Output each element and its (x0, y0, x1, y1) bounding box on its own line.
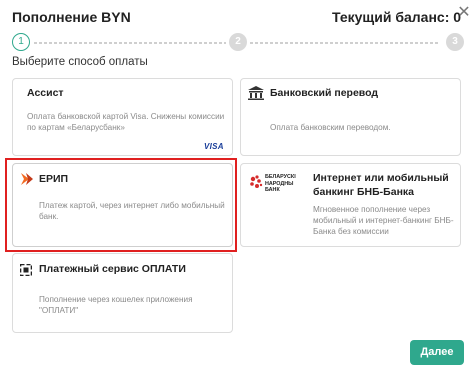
erip-chevron-icon (20, 172, 34, 186)
payment-method-bnb[interactable]: БЕЛАРУСКІ НАРОДНЫ БАНК Интернет или моби… (240, 163, 461, 247)
modal-header: Пополнение BYN Текущий баланс: 0 ✕ (0, 0, 474, 32)
assist-description: Оплата банковской картой Visa. Снижены к… (27, 112, 225, 132)
step-1: 1 (12, 33, 30, 51)
step-connector-1 (34, 42, 226, 44)
subtitle: Выберите способ оплаты (12, 56, 148, 68)
bank-transfer-title: Банковский перевод (270, 87, 379, 99)
stepper: 1 2 3 (0, 32, 474, 52)
step-connector-2 (250, 42, 440, 44)
bank-building-icon (248, 86, 264, 100)
oplati-title: Платежный сервис ОПЛАТИ (39, 263, 186, 275)
next-button[interactable]: Далее (410, 340, 464, 365)
payment-method-bank-transfer[interactable]: Банковский перевод Оплата банковским пер… (240, 78, 461, 156)
bnb-title: Интернет или мобильный банкинг БНБ-Банка (313, 172, 449, 198)
payment-method-erip[interactable]: ЕРИП Платеж картой, через интернет либо … (12, 163, 233, 247)
payment-method-oplati[interactable]: Платежный сервис ОПЛАТИ Пополнение через… (12, 253, 233, 333)
assist-title: Ассист (27, 87, 64, 99)
current-balance: Текущий баланс: 0 (332, 9, 462, 25)
bank-transfer-description: Оплата банковским переводом. (270, 123, 391, 132)
close-icon[interactable]: ✕ (456, 5, 472, 21)
bnb-description: Мгновенное пополнение через мобильный и … (313, 205, 454, 236)
erip-description: Платеж картой, через интернет либо мобил… (39, 201, 225, 221)
bnb-logo-text: БЕЛАРУСКІ НАРОДНЫ БАНК (265, 174, 296, 193)
visa-logo: VISA (204, 142, 224, 151)
erip-title: ЕРИП (39, 173, 69, 185)
page-title: Пополнение BYN (12, 9, 131, 25)
step-3: 3 (446, 33, 464, 51)
payment-method-assist[interactable]: Ассист Оплата банковской картой Visa. Сн… (12, 78, 233, 156)
step-2: 2 (229, 33, 247, 51)
oplati-description: Пополнение через кошелек приложения "ОПЛ… (39, 295, 193, 315)
oplati-square-icon (19, 263, 33, 277)
